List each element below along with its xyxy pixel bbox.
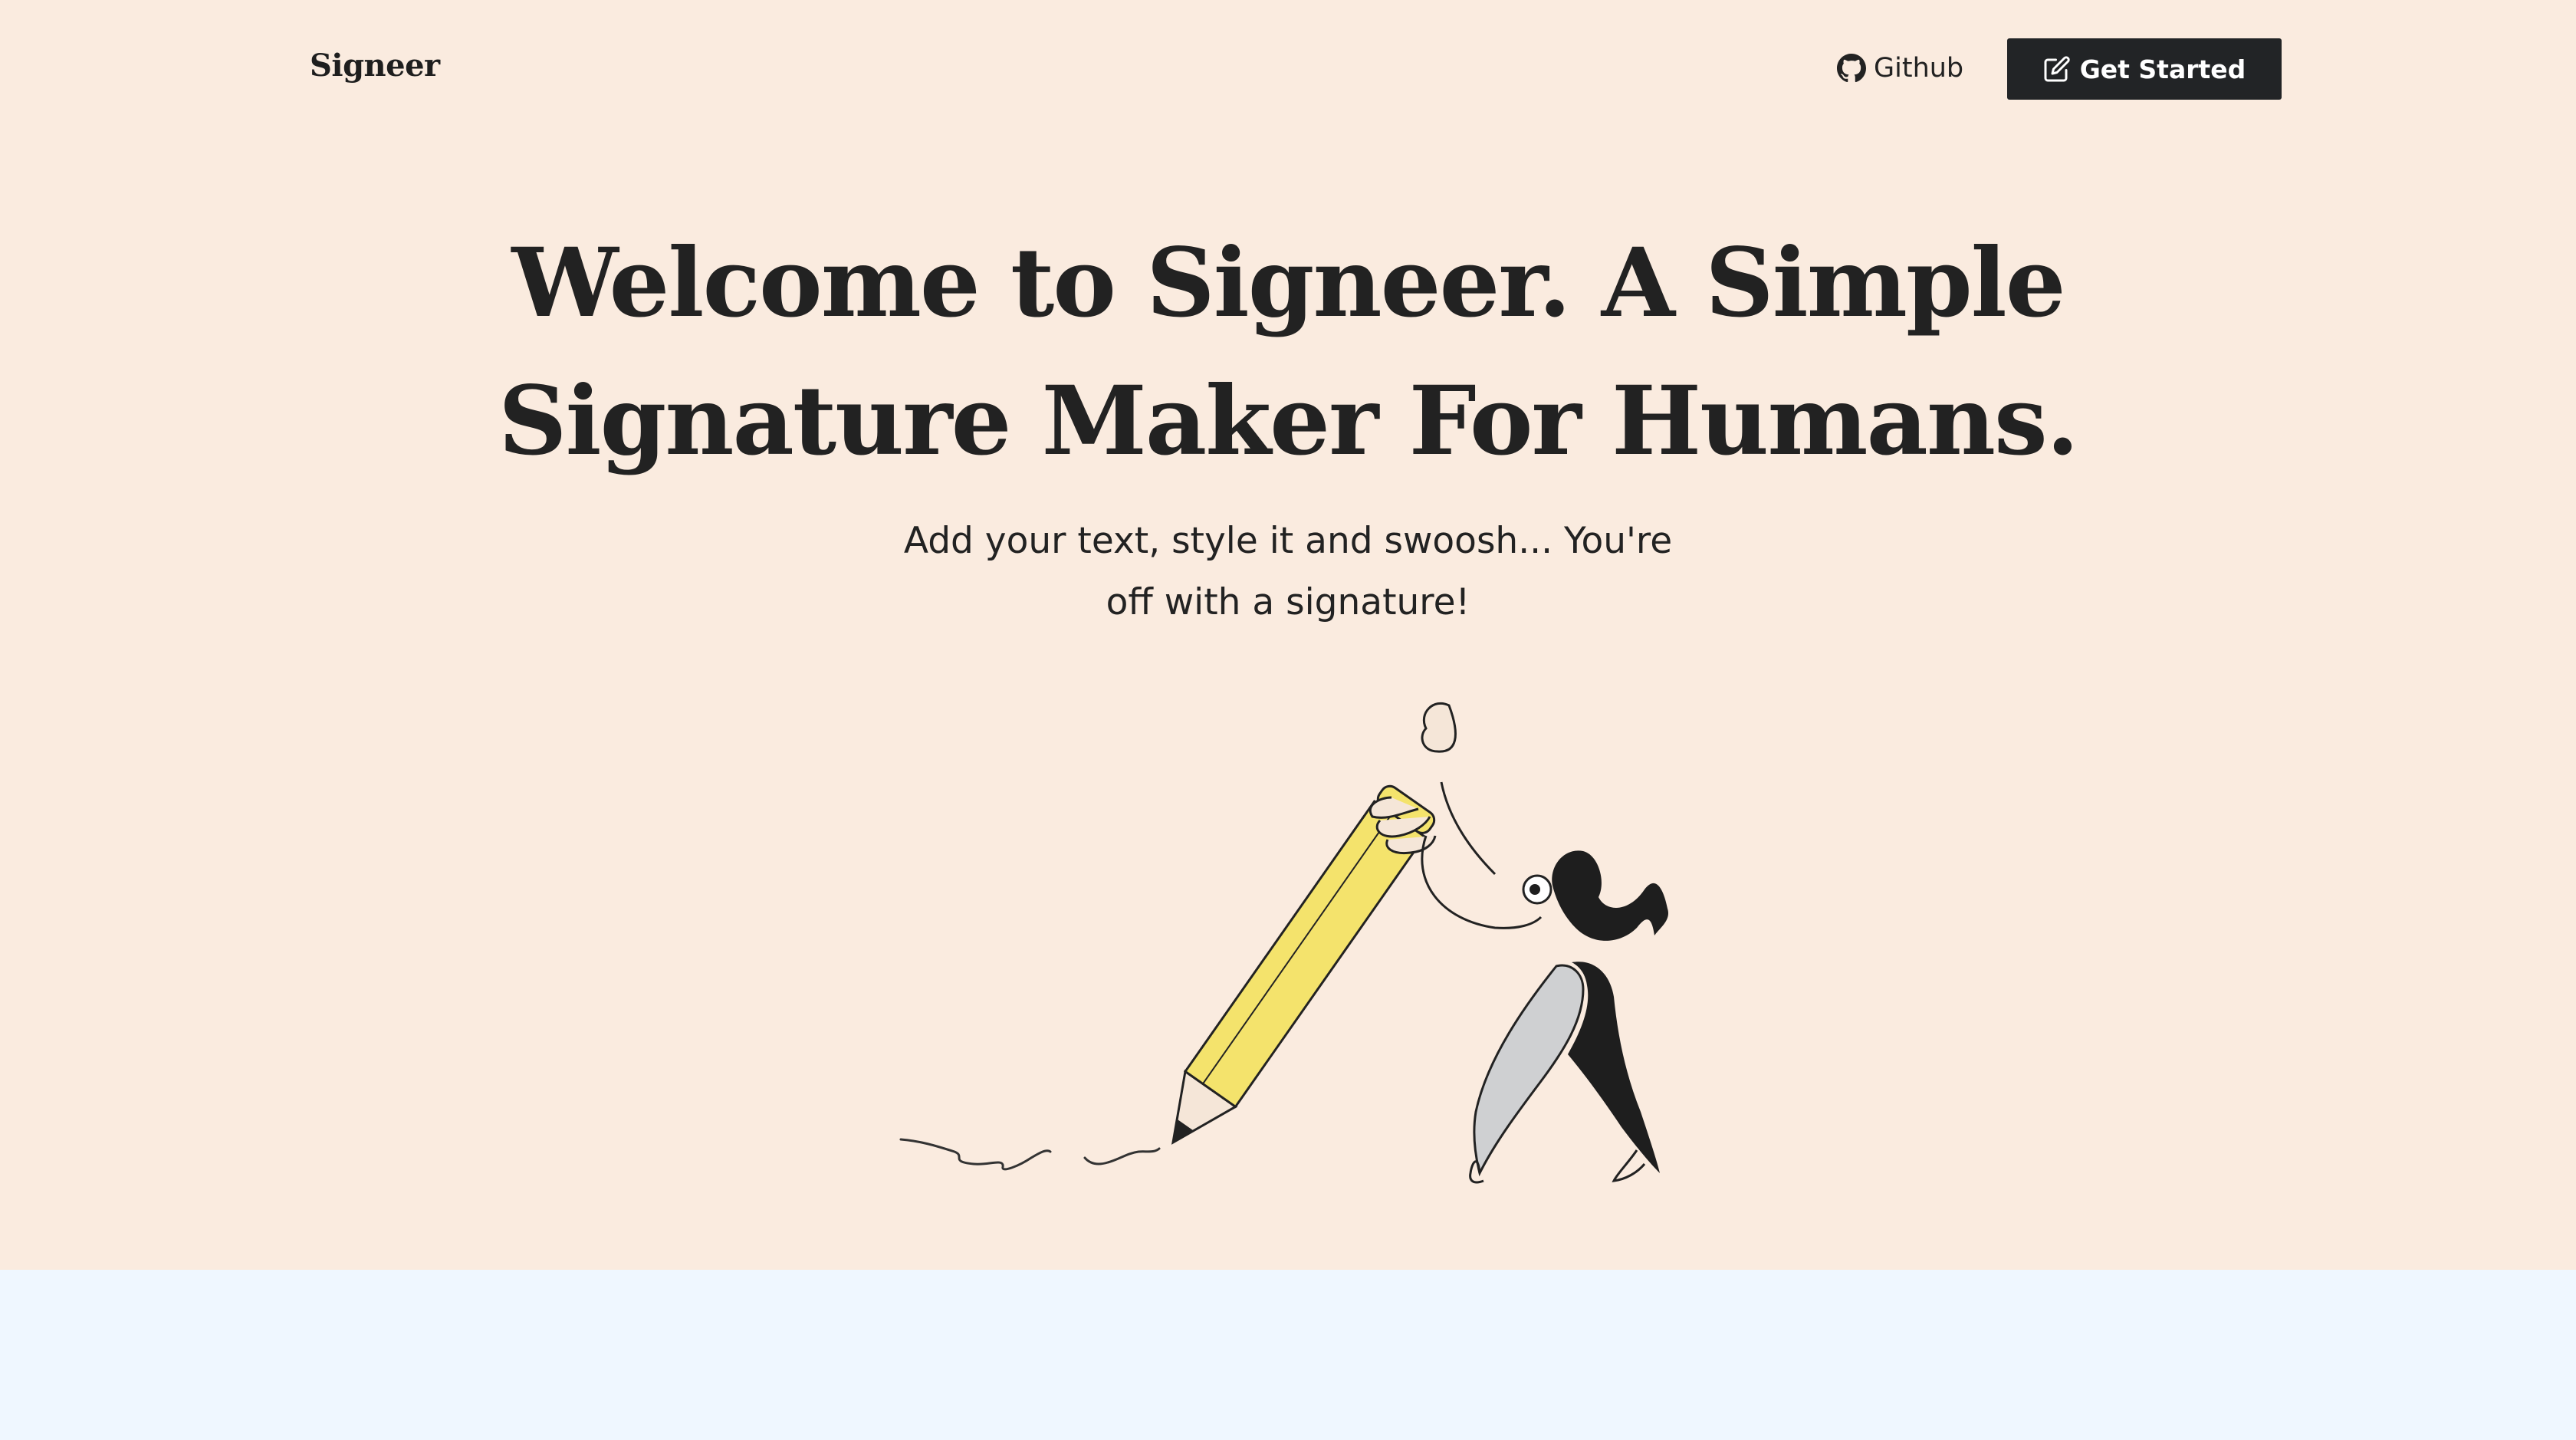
next-section	[0, 1270, 2576, 1440]
edit-icon	[2044, 56, 2070, 82]
person-pencil-illustration	[899, 702, 1669, 1184]
get-started-label: Get Started	[2079, 54, 2246, 84]
hero-subtitle: Add your text, style it and swoosh... Yo…	[903, 520, 1673, 623]
github-link[interactable]: Github	[1837, 49, 1963, 87]
scribble-line	[899, 1138, 1161, 1171]
hand-fingers	[1421, 702, 1457, 753]
foot-right	[1612, 1149, 1646, 1182]
eye	[1530, 884, 1540, 895]
logo[interactable]: Signeer	[310, 48, 440, 84]
body-grey	[1473, 964, 1585, 1177]
hero-section: Signeer Github Get Started Welcome to Si…	[0, 0, 2576, 1270]
hero-headline: Welcome to Signeer. A Simple Signature M…	[498, 228, 2079, 477]
hair	[1552, 850, 1669, 941]
arm-inner	[1440, 781, 1497, 876]
get-started-button[interactable]: Get Started	[2007, 38, 2282, 100]
github-icon	[1837, 54, 1866, 83]
github-label: Github	[1874, 53, 1964, 84]
arm	[1421, 835, 1543, 929]
